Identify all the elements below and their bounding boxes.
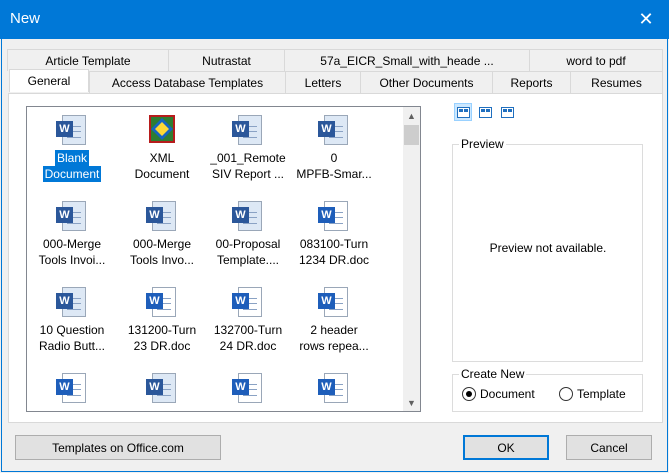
template-item[interactable]: W 2021-12-08 - (203, 371, 293, 411)
list-view-button[interactable] (476, 103, 494, 121)
list-icon (478, 106, 492, 118)
template-label: 000-Merge Tools Invoi... (38, 237, 106, 267)
word-template-icon: W (56, 285, 88, 319)
template-radio-label: Template (577, 387, 626, 401)
tab-reports[interactable]: Reports (492, 71, 571, 93)
tab-nutrastat[interactable]: Nutrastat (168, 49, 285, 71)
template-item[interactable]: XML Document (117, 113, 207, 197)
blank-document-icon: W (56, 113, 88, 147)
details-view-button[interactable] (498, 103, 516, 121)
document-radio-label: Document (480, 387, 535, 401)
template-label: Blank Document (42, 150, 102, 182)
tab-label: Reports (510, 75, 553, 90)
scroll-down-icon[interactable]: ▼ (403, 394, 420, 411)
template-item[interactable]: W 083100-Turn 1234 DR.doc (289, 199, 379, 283)
large-icons-icon (456, 106, 470, 118)
template-label: 000-Merge Tools Invo... (129, 237, 195, 267)
radio-circle (559, 387, 573, 401)
template-label: 0 MPFB-Smar... (296, 151, 372, 181)
template-label: 2 header rows repea... (299, 323, 369, 353)
template-item[interactable]: W 48_3sig_EIC (289, 371, 379, 411)
word-template-icon: W (146, 371, 178, 405)
template-label: _001_Remote SIV Report ... (210, 151, 286, 181)
window-title: New (10, 10, 41, 27)
tab-resumes[interactable]: Resumes (570, 71, 663, 93)
template-label: 2016 version (27, 408, 117, 411)
tab-general[interactable]: General (9, 69, 89, 92)
template-item[interactable]: W 132700-Turn 24 DR.doc (203, 285, 293, 369)
template-label: 131200-Turn 23 DR.doc (127, 323, 197, 353)
large-icons-view-button[interactable] (454, 103, 472, 121)
ok-button[interactable]: OK (463, 435, 549, 460)
title-bar: New ✕ (0, 0, 669, 39)
word-document-icon: W (232, 285, 264, 319)
tab-label: word to pdf (566, 53, 626, 68)
tab-other-documents[interactable]: Other Documents (360, 71, 493, 93)
tab-label: Access Database Templates (111, 75, 264, 90)
create-new-group: Create New Document Template (452, 367, 643, 412)
close-icon[interactable]: ✕ (623, 0, 669, 39)
tab-label: Letters (304, 75, 342, 90)
template-item[interactable]: W 00-Proposal Template.... (203, 199, 293, 283)
details-icon (500, 106, 514, 118)
tab-label: Article Template (45, 53, 131, 68)
word-template-icon: W (146, 199, 178, 233)
template-list[interactable]: W Blank Document XML Document W _001_Remote SIV… (26, 106, 421, 412)
preview-message: Preview not available. (489, 241, 607, 255)
tab-letters[interactable]: Letters (285, 71, 361, 93)
tab-label: Other Documents (379, 75, 474, 90)
template-item[interactable]: W 10 Question Radio Butt... (27, 285, 117, 369)
template-item[interactable]: W 0 MPFB-Smar... (289, 113, 379, 197)
word-document-icon: W (232, 371, 264, 405)
cancel-button[interactable]: Cancel (566, 435, 652, 460)
tab-label: General (27, 74, 71, 88)
xml-document-icon (146, 113, 178, 147)
template-item[interactable]: W Blank Document (27, 113, 117, 197)
word-template-icon: W (56, 199, 88, 233)
template-item[interactable]: W 2020 Goals (117, 371, 207, 411)
template-item[interactable]: W 000-Merge Tools Invoi... (27, 199, 117, 283)
template-item[interactable]: W 000-Merge Tools Invo... (117, 199, 207, 283)
templates-on-office-button[interactable]: Templates on Office.com (15, 435, 221, 460)
preview-group: Preview Preview not available. (452, 137, 643, 362)
preview-legend: Preview (459, 137, 506, 151)
template-label: 2021-12-08 - (203, 408, 293, 411)
word-template-icon: W (232, 113, 264, 147)
template-label: 10 Question Radio Butt... (38, 323, 106, 353)
template-label: 2020 Goals (117, 408, 207, 411)
tab-label: Resumes (591, 75, 642, 90)
word-document-icon: W (146, 285, 178, 319)
tab-57a-eicr[interactable]: 57a_EICR_Small_with_heade ... (284, 49, 530, 71)
word-document-icon: W (56, 371, 88, 405)
tab-access-database-templates[interactable]: Access Database Templates (89, 71, 286, 93)
template-label: 48_3sig_EIC (289, 408, 379, 411)
scroll-thumb[interactable] (404, 125, 419, 145)
word-document-icon: W (318, 371, 350, 405)
tab-word-to-pdf[interactable]: word to pdf (529, 49, 663, 71)
word-template-icon: W (232, 199, 264, 233)
radio-circle (462, 387, 476, 401)
template-item[interactable]: W 2016 version (27, 371, 117, 411)
template-item[interactable]: W _001_Remote SIV Report ... (203, 113, 293, 197)
tab-article-template[interactable]: Article Template (7, 49, 169, 71)
vertical-scrollbar[interactable]: ▲ ▼ (403, 107, 420, 411)
word-document-icon: W (318, 285, 350, 319)
template-label: 00-Proposal Template.... (215, 237, 281, 267)
dialog-body: Article Template Nutrastat 57a_EICR_Smal… (1, 39, 668, 472)
template-label: XML Document (134, 151, 190, 181)
template-radio[interactable]: Template (559, 387, 626, 401)
template-item[interactable]: W 2 header rows repea... (289, 285, 379, 369)
tab-label: 57a_EICR_Small_with_heade ... (320, 53, 494, 68)
template-item[interactable]: W 131200-Turn 23 DR.doc (117, 285, 207, 369)
template-label: 083100-Turn 1234 DR.doc (298, 237, 370, 267)
scroll-up-icon[interactable]: ▲ (403, 107, 420, 124)
tab-label: Nutrastat (202, 53, 251, 68)
template-label: 132700-Turn 24 DR.doc (213, 323, 283, 353)
word-document-icon: W (318, 199, 350, 233)
document-radio[interactable]: Document (462, 387, 535, 401)
create-new-legend: Create New (459, 367, 527, 381)
word-template-icon: W (318, 113, 350, 147)
